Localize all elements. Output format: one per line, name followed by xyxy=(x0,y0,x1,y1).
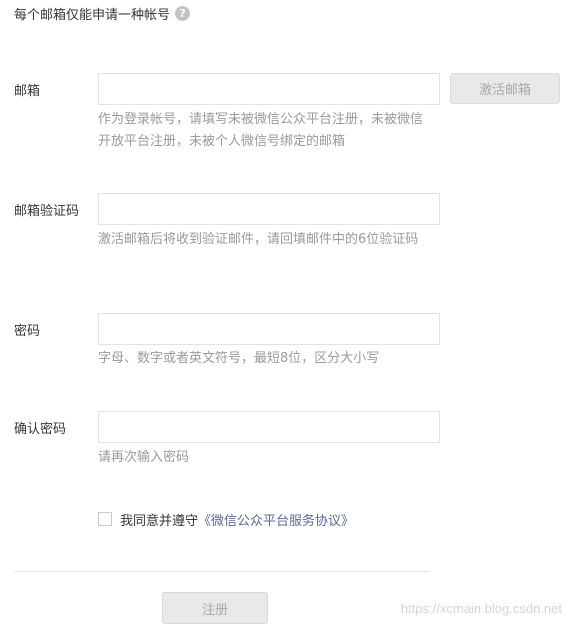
password-hint: 字母、数字或者英文符号，最短8位，区分大小写 xyxy=(98,351,380,366)
confirm-password-hint: 请再次输入密码 xyxy=(98,450,190,465)
confirm-password-label: 确认密码 xyxy=(14,422,67,437)
agreement-row: 我同意并遵守 《微信公众平台服务协议》 xyxy=(98,510,354,529)
email-hint: 作为登录帐号，请填写未被微信公众平台注册，未被微信开放平台注册，未被个人微信号绑… xyxy=(98,112,424,149)
notice-text: 每个邮箱仅能申请一种帐号 xyxy=(14,7,171,23)
agreement-link[interactable]: 《微信公众平台服务协议》 xyxy=(198,510,354,529)
password-label: 密码 xyxy=(14,324,41,339)
activate-email-button[interactable]: 激活邮箱 xyxy=(450,73,560,104)
email-input[interactable] xyxy=(98,73,440,105)
watermark: https://xcmain.blog.csdn.net xyxy=(400,601,562,616)
verify-code-hint: 激活邮箱后将收到验证邮件，请回填邮件中的6位验证码 xyxy=(98,232,419,247)
question-mark-icon[interactable]: ? xyxy=(175,5,191,21)
form-notice: 每个邮箱仅能申请一种帐号 ? xyxy=(14,4,191,23)
divider xyxy=(14,571,430,572)
verify-code-label: 邮箱验证码 xyxy=(14,204,80,219)
email-label: 邮箱 xyxy=(14,84,41,99)
register-button[interactable]: 注册 xyxy=(162,592,268,624)
confirm-password-input[interactable] xyxy=(98,411,440,443)
password-input[interactable] xyxy=(98,313,440,345)
agreement-checkbox[interactable] xyxy=(98,512,112,526)
agreement-text: 我同意并遵守 xyxy=(120,513,199,529)
verify-code-input[interactable] xyxy=(98,193,440,225)
